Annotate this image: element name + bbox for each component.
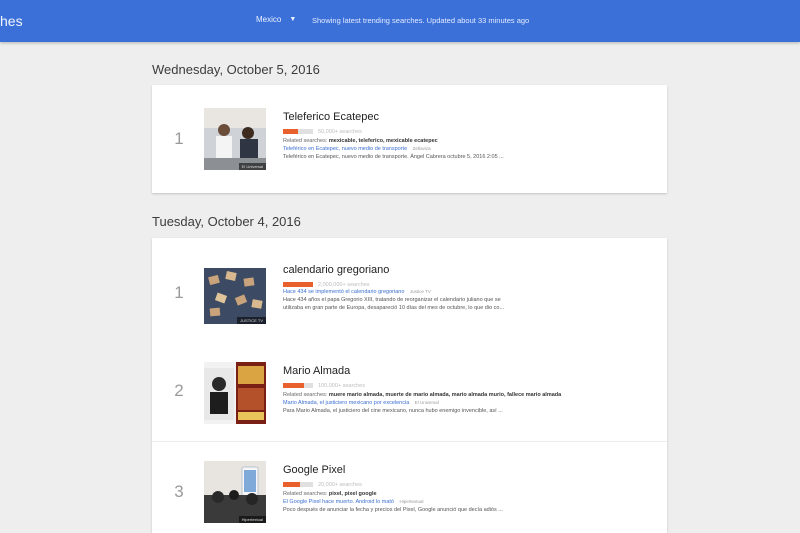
calendar-illustration-image	[204, 268, 266, 324]
article-link[interactable]: Mario Almada, el justiciero mexicano por…	[283, 400, 409, 406]
date-heading: Tuesday, October 4, 2016	[152, 214, 301, 229]
trend-item: 1 El Universal Teleferico Ecatepec 50,00…	[152, 85, 667, 193]
volume-text: 50,000+ searches	[318, 128, 362, 135]
volume-bar	[283, 129, 313, 134]
article-source: Justice TV	[409, 289, 431, 294]
date-heading: Wednesday, October 5, 2016	[152, 62, 320, 77]
volume-fill	[283, 482, 300, 487]
trend-card: 1 JUSTICE TV calendario gregoriano 2,000…	[152, 238, 667, 533]
trend-rank: 3	[174, 482, 184, 501]
trend-content: Mario Almada 100,000+ searches Related s…	[283, 365, 653, 415]
article-link[interactable]: El Google Pixel hace muerto. Android lo …	[283, 499, 394, 505]
trend-title[interactable]: calendario gregoriano	[283, 264, 653, 276]
trend-rank: 1	[174, 283, 184, 302]
volume-text: 20,000+ searches	[318, 481, 362, 488]
image-credit: Hipertextual	[238, 516, 266, 523]
related-label: Related searches:	[283, 392, 328, 398]
volume-bar	[283, 482, 313, 487]
volume-fill	[283, 282, 313, 287]
chevron-down-icon: ▼	[289, 16, 297, 23]
trend-content: calendario gregoriano 2,000,000+ searche…	[283, 264, 653, 312]
search-volume: 2,000,000+ searches	[283, 281, 653, 288]
news-article: Teleférico en Ecatepec, nuevo medio de t…	[283, 145, 653, 153]
image-credit: JUSTICE TV	[237, 317, 266, 324]
article-snippet: Teleférico en Ecatepec, nuevo medio de t…	[283, 154, 504, 160]
related-terms[interactable]: mexicable, teleferico, mexicable ecatepe…	[329, 138, 438, 144]
trend-item: 2 Mario Almada 100,000+ searches Related…	[152, 341, 667, 441]
search-volume: 100,000+ searches	[283, 382, 653, 389]
trend-thumbnail[interactable]: JUSTICE TV	[204, 268, 266, 324]
trend-title[interactable]: Mario Almada	[283, 365, 653, 377]
related-label: Related searches:	[283, 491, 328, 497]
trend-title[interactable]: Teleferico Ecatepec	[283, 111, 653, 123]
photo-image	[204, 108, 266, 170]
trend-content: Teleferico Ecatepec 50,000+ searches Rel…	[283, 111, 653, 161]
related-searches: Related searches: muere mario almada, mu…	[283, 391, 653, 399]
trend-item: 1 JUSTICE TV calendario gregoriano 2,000…	[152, 238, 667, 341]
search-volume: 20,000+ searches	[283, 481, 653, 488]
news-article: El Google Pixel hace muerto. Android lo …	[283, 498, 653, 506]
volume-text: 100,000+ searches	[318, 382, 365, 389]
search-volume: 50,000+ searches	[283, 128, 653, 135]
app-title[interactable]: hes	[0, 13, 23, 29]
related-label: Related searches:	[283, 138, 328, 144]
trend-thumbnail[interactable]: Hipertextual	[204, 461, 266, 523]
trend-thumbnail[interactable]: El Universal	[204, 108, 266, 170]
trend-item: 3 Hipertextual Google Pixel 20,000+ sear…	[152, 441, 667, 533]
news-article: Mario Almada, el justiciero mexicano por…	[283, 399, 653, 407]
movie-poster-image	[204, 362, 266, 424]
article-snippet: Hace 434 años el papa Gregorio XIII, tra…	[283, 297, 501, 303]
trend-rank: 2	[174, 381, 184, 400]
article-source: Hipertextual	[399, 499, 424, 504]
article-source: El Universal	[414, 400, 439, 405]
article-source: Zetlaviza	[412, 146, 431, 151]
phone-photo-image	[204, 461, 266, 523]
trend-content: Google Pixel 20,000+ searches Related se…	[283, 464, 653, 514]
news-article: Hace 434 se implementó el calendario gre…	[283, 288, 653, 296]
volume-fill	[283, 129, 298, 134]
related-searches: Related searches: mexicable, teleferico,…	[283, 137, 653, 145]
related-searches: Related searches: pixel, pixel google	[283, 490, 653, 498]
volume-bar	[283, 383, 313, 388]
region-dropdown[interactable]: Mexico ▼	[256, 15, 296, 24]
article-snippet-continued: utilizaba en gran parte de Europa, desap…	[283, 305, 505, 311]
region-label: Mexico	[256, 15, 282, 24]
volume-text: 2,000,000+ searches	[318, 281, 370, 288]
article-link[interactable]: Hace 434 se implementó el calendario gre…	[283, 289, 404, 295]
trend-thumbnail[interactable]	[204, 362, 266, 424]
article-link[interactable]: Teleférico en Ecatepec, nuevo medio de t…	[283, 146, 407, 152]
trend-title[interactable]: Google Pixel	[283, 464, 653, 476]
related-terms[interactable]: muere mario almada, muerte de mario alma…	[329, 392, 561, 398]
trend-card: 1 El Universal Teleferico Ecatepec 50,00…	[152, 85, 667, 193]
update-status: Showing latest trending searches. Update…	[312, 16, 530, 25]
article-snippet: Poco después de anunciar la fecha y prec…	[283, 507, 503, 513]
volume-bar	[283, 282, 313, 287]
top-app-bar: hes Mexico ▼ Showing latest trending sea…	[0, 0, 800, 42]
trend-rank: 1	[174, 129, 184, 148]
related-terms[interactable]: pixel, pixel google	[329, 491, 377, 497]
image-credit: El Universal	[238, 163, 266, 170]
article-snippet: Para Mario Almada, el justiciero del cin…	[283, 408, 503, 414]
volume-fill	[283, 383, 304, 388]
